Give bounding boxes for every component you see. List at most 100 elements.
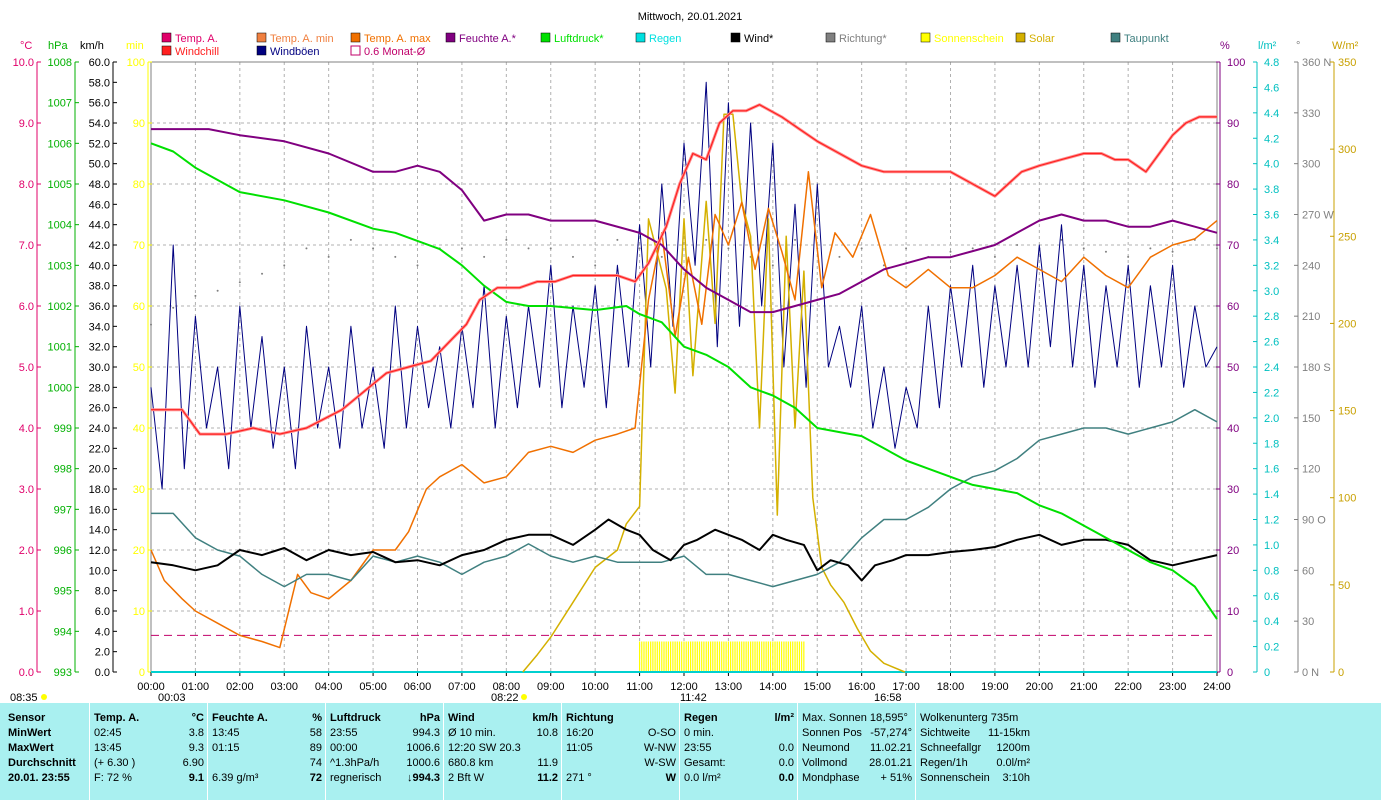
stats-value: + 51% [880,772,913,784]
solar-axis-tick-label: 350 [1338,57,1356,69]
wind-axis-tick-label: 54.0 [89,118,110,130]
wind-axis-tick-label: 52.0 [89,138,110,150]
stats-value: 11.9 [537,757,558,769]
x-tick-label: 02:00 [226,681,254,693]
stats-value: 58 [309,727,322,739]
percent-axis-tick-label: 0 [1227,667,1233,679]
legend-swatch [1015,32,1026,43]
axis-unit-label: % [1220,40,1230,52]
stats-value: 0.0 [778,742,794,754]
direction-point [1082,247,1085,250]
rain-axis-tick-label: 2.4 [1264,362,1279,374]
temp-axis-tick-label: 6.0 [19,301,34,313]
x-tick-label: 22:00 [1114,681,1142,693]
chart-title: Mittwoch, 20.01.2021 [638,11,743,23]
legend-label: Wind* [744,33,774,45]
temp-axis-tick-label: 2.0 [19,545,34,557]
temp-axis-tick-label: 0.0 [19,667,34,679]
direction-point [638,247,641,250]
direction-point [727,247,730,250]
pressure-axis-tick-label: 1000 [48,382,72,394]
direction-point [571,255,574,258]
x-tick-label: 15:00 [803,681,831,693]
legend-label: Solar [1029,33,1055,45]
wind-axis-tick-label: 14.0 [89,525,110,537]
wind-axis-tick-label: 26.0 [89,403,110,415]
percent-axis-tick-label: 80 [1227,179,1239,191]
axis-unit-label: km/h [80,40,104,52]
solar-axis-tick-label: 150 [1338,406,1356,418]
direction-point [771,264,774,267]
legend-swatch [161,45,172,56]
wind-axis-tick-label: 40.0 [89,260,110,272]
direction-axis-tick-label: 360 N [1302,57,1331,69]
stats-unit: km/h [532,712,558,724]
direction-point [949,250,952,253]
legend-label: Taupunkt [1124,33,1169,45]
temp-axis-tick-label: 7.0 [19,240,34,252]
stats-value: 9.1 [188,772,204,784]
midnight-time: 00:03 [158,692,186,703]
legend-label: Regen [649,33,681,45]
stats-separator [561,703,562,800]
x-tick-label: 03:00 [270,681,298,693]
stats-header: Sensor [8,712,46,724]
direction-point [1104,250,1107,253]
direction-point [860,247,863,250]
stats-value: 11-15km [988,727,1030,739]
x-axis: 00:00 01:00 02:00 03:00 04:00 05:00 06:00 07:00… [137,672,1231,693]
direction-point [660,255,663,258]
rain-axis-tick-label: 0.4 [1264,616,1279,628]
x-tick-label: 06:00 [404,681,432,693]
stats-value: 3:10h [1002,772,1030,784]
wind-axis-tick-label: 22.0 [89,443,110,455]
direction-point [505,238,508,241]
axis-unit-label: W/m² [1332,40,1359,52]
x-tick-label: 07:00 [448,681,476,693]
direction-point [616,238,619,241]
direction-point [372,247,375,250]
stats-value: 1200m [996,742,1030,754]
x-tick-label: 19:00 [981,681,1009,693]
stats-unit: hPa [419,712,440,724]
pressure-axis-tick-label: 1002 [48,301,72,313]
solar-axis-tick-label: 300 [1338,144,1356,156]
pressure-axis-tick-label: 993 [54,667,72,679]
wind-axis-tick-label: 0.0 [95,667,110,679]
pressure-axis-tick-label: 998 [54,464,72,476]
direction-point [216,289,219,292]
stats-value: -57,274° [870,727,912,739]
stats-cell: 0 min. [684,727,714,739]
series-layer [150,81,1218,673]
pressure-axis-tick-label: 1006 [48,138,72,150]
temp-axis-tick-label: 5.0 [19,362,34,374]
legend-label: Richtung* [839,33,887,45]
stats-value: 11.2 [537,772,558,784]
x-tick-label: 05:00 [359,681,387,693]
wind-axis-tick-label: 30.0 [89,362,110,374]
stats-value: 89 [309,742,322,754]
temp-axis-tick-label: 3.0 [19,484,34,496]
stats-separator [679,703,680,800]
stats-value: 10.8 [536,727,558,739]
stats-header: Max. Sonnen 18,595° [802,712,908,724]
wind-axis-tick-label: 20.0 [89,464,110,476]
percent-axis-tick-label: 40 [1227,423,1239,435]
direction-axis-tick-label: 120 [1302,464,1320,476]
direction-axis-tick-label: 300 [1302,159,1320,171]
direction-point [194,294,197,297]
stats-separator [797,703,798,800]
direction-axis-tick-label: 330 [1302,108,1320,120]
percent-axis-tick-label: 60 [1227,301,1239,313]
legend-label: Sonnenschein [934,33,1004,45]
solar-axis-tick-label: 250 [1338,231,1356,243]
wind-axis-tick-label: 34.0 [89,321,110,333]
legend-swatch [825,32,836,43]
pressure-axis-tick-label: 1008 [48,57,72,69]
legend-swatch [730,32,741,43]
minutes-axis-tick-label: 50 [133,362,145,374]
stats-value: 994.3 [412,727,440,739]
stats-separator [207,703,208,800]
minutes-axis-tick-label: 30 [133,484,145,496]
stats-value: O-SO [647,727,676,739]
